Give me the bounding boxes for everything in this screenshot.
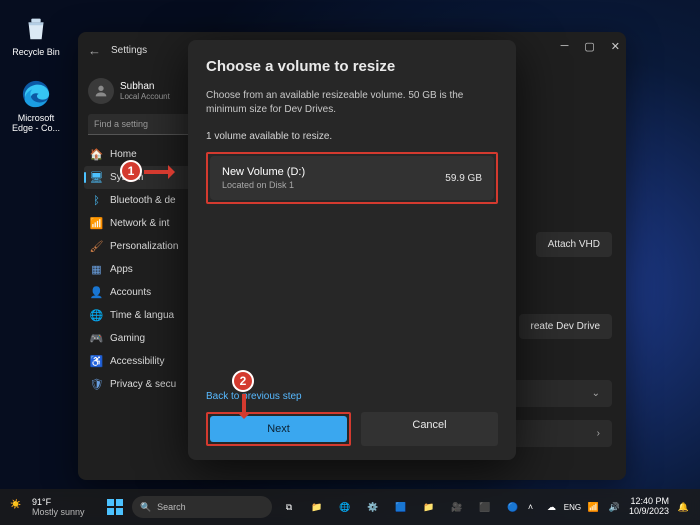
search-input[interactable]: Find a setting bbox=[88, 114, 198, 135]
resize-volume-dialog: Choose a volume to resize Choose from an… bbox=[188, 40, 516, 460]
attach-vhd-button[interactable]: Attach VHD bbox=[536, 232, 612, 257]
taskbar-app[interactable]: 🎥 bbox=[446, 496, 468, 518]
weather-icon: ☀️ bbox=[10, 499, 26, 515]
annotation-badge-1: 1 bbox=[120, 160, 142, 182]
tray-chevron-icon[interactable]: ˄ bbox=[524, 501, 537, 514]
accounts-icon: 👤 bbox=[90, 286, 103, 299]
chevron-right-icon: › bbox=[597, 428, 600, 439]
dialog-description: Choose from an available resizeable volu… bbox=[206, 89, 498, 117]
sidebar-item-apps[interactable]: ▦Apps bbox=[84, 258, 202, 281]
taskbar-app[interactable]: ⬛ bbox=[474, 496, 496, 518]
home-icon: 🏠 bbox=[90, 148, 103, 161]
bluetooth-icon: ᛒ bbox=[90, 194, 103, 207]
chevron-down-icon: ⌄ bbox=[592, 388, 600, 399]
annotation-highlight: Next bbox=[206, 412, 351, 446]
sidebar-item-time[interactable]: 🌐Time & langua bbox=[84, 304, 202, 327]
desktop-icon-label: Recycle Bin bbox=[8, 47, 64, 57]
sidebar-item-network[interactable]: 📶Network & int bbox=[84, 212, 202, 235]
volumes-available-text: 1 volume available to resize. bbox=[206, 131, 498, 142]
annotation-arrow-right bbox=[144, 166, 182, 178]
next-button[interactable]: Next bbox=[210, 416, 347, 442]
minimize-icon[interactable]: ─ bbox=[561, 40, 569, 53]
desktop-icon-label: Microsoft Edge - Co... bbox=[8, 113, 64, 133]
sidebar-item-system[interactable]: 🖥System bbox=[84, 166, 202, 189]
taskbar-clock[interactable]: 12:40 PM 10/9/2023 bbox=[629, 497, 669, 517]
volume-detail: Located on Disk 1 bbox=[222, 180, 305, 190]
clock-icon: 🌐 bbox=[90, 309, 103, 322]
notifications-icon[interactable]: 🔔 bbox=[677, 501, 690, 514]
taskbar-app[interactable]: 🟦 bbox=[390, 496, 412, 518]
volume-title: New Volume (D:) bbox=[222, 166, 305, 178]
task-view-button[interactable]: ⧉ bbox=[278, 496, 300, 518]
desktop-icon-recycle-bin[interactable]: Recycle Bin bbox=[8, 12, 64, 57]
volume-size: 59.9 GB bbox=[445, 173, 482, 184]
taskbar-app-explorer[interactable]: 📁 bbox=[306, 496, 328, 518]
account-subtitle: Local Account bbox=[120, 92, 170, 101]
account-name: Subhan bbox=[120, 81, 170, 92]
taskbar-search[interactable]: 🔍Search bbox=[132, 496, 272, 518]
sidebar-item-gaming[interactable]: 🎮Gaming bbox=[84, 327, 202, 350]
avatar-icon bbox=[88, 78, 114, 104]
wifi-icon: 📶 bbox=[90, 217, 103, 230]
annotation-arrow-down bbox=[239, 394, 251, 426]
tray-volume-icon[interactable]: 🔊 bbox=[608, 501, 621, 514]
taskbar-weather[interactable]: ☀️ 91°F Mostly sunny bbox=[0, 497, 104, 517]
tray-network-icon[interactable]: 📶 bbox=[587, 501, 600, 514]
sidebar-item-accessibility[interactable]: ♿Accessibility bbox=[84, 350, 202, 373]
tray-language-icon[interactable]: ENG bbox=[566, 501, 579, 514]
system-icon: 🖥 bbox=[90, 171, 103, 184]
taskbar: ☀️ 91°F Mostly sunny 🔍Search ⧉ 📁 🌐 ⚙️ 🟦 … bbox=[0, 489, 700, 525]
account-row[interactable]: Subhan Local Account bbox=[84, 74, 202, 114]
desktop-icon-edge[interactable]: Microsoft Edge - Co... bbox=[8, 78, 64, 133]
search-icon: 🔍 bbox=[140, 502, 151, 513]
sidebar-item-home[interactable]: 🏠Home bbox=[84, 143, 202, 166]
sidebar-item-bluetooth[interactable]: ᛒBluetooth & de bbox=[84, 189, 202, 212]
sidebar-item-accounts[interactable]: 👤Accounts bbox=[84, 281, 202, 304]
close-icon[interactable]: ✕ bbox=[611, 40, 620, 53]
weather-cond: Mostly sunny bbox=[32, 507, 85, 517]
settings-sidebar: Subhan Local Account Find a setting 🏠Hom… bbox=[78, 68, 202, 480]
annotation-highlight: New Volume (D:) Located on Disk 1 59.9 G… bbox=[206, 152, 498, 204]
maximize-icon[interactable]: ▢ bbox=[584, 40, 594, 53]
create-dev-drive-button[interactable]: reate Dev Drive bbox=[519, 314, 612, 339]
accessibility-icon: ♿ bbox=[90, 355, 103, 368]
taskbar-app-edge[interactable]: 🌐 bbox=[334, 496, 356, 518]
edge-icon bbox=[20, 78, 52, 110]
sidebar-item-privacy[interactable]: 🛡Privacy & secu bbox=[84, 373, 202, 396]
volume-item[interactable]: New Volume (D:) Located on Disk 1 59.9 G… bbox=[210, 156, 494, 200]
weather-temp: 91°F bbox=[32, 497, 85, 507]
cancel-button[interactable]: Cancel bbox=[361, 412, 498, 446]
sidebar-item-personalization[interactable]: 🖌Personalization bbox=[84, 235, 202, 258]
taskbar-app[interactable]: 🔵 bbox=[502, 496, 524, 518]
taskbar-app[interactable]: 📁 bbox=[418, 496, 440, 518]
back-link[interactable]: Back to previous step bbox=[206, 391, 302, 402]
taskbar-app-settings[interactable]: ⚙️ bbox=[362, 496, 384, 518]
gaming-icon: 🎮 bbox=[90, 332, 103, 345]
tray-cloud-icon[interactable]: ☁ bbox=[545, 501, 558, 514]
shield-icon: 🛡 bbox=[90, 378, 103, 391]
start-button[interactable] bbox=[104, 496, 126, 518]
brush-icon: 🖌 bbox=[90, 240, 103, 253]
back-icon[interactable]: ← bbox=[88, 43, 101, 58]
recycle-bin-icon bbox=[20, 12, 52, 44]
dialog-title: Choose a volume to resize bbox=[206, 58, 498, 75]
app-title: Settings bbox=[111, 45, 147, 56]
apps-icon: ▦ bbox=[90, 263, 103, 276]
annotation-badge-2: 2 bbox=[232, 370, 254, 392]
